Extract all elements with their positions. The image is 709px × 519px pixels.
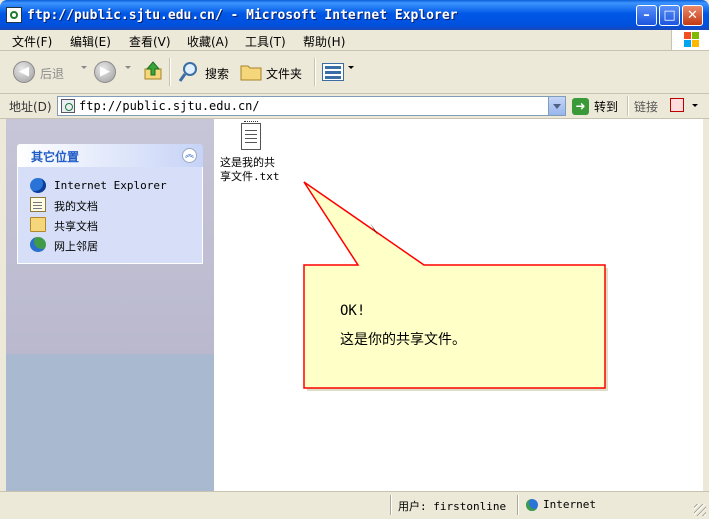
callout-line-2: 这是你的共享文件。 [340,332,466,348]
address-input[interactable]: ftp://public.sjtu.edu.cn/ [57,96,566,116]
go-arrow-icon[interactable]: ➜ [572,98,589,115]
other-places-header[interactable]: 其它位置 ︽ [17,144,203,167]
other-places-title: 其它位置 [31,150,80,164]
collapse-chevron-icon[interactable]: ︽ [182,148,197,163]
address-value[interactable]: ftp://public.sjtu.edu.cn/ [79,99,260,113]
search-button[interactable]: 搜索 [205,65,229,82]
toolbar-extension-icon[interactable] [670,98,684,112]
folders-icon[interactable] [240,62,262,81]
internet-zone-icon [526,499,538,511]
sidebar-item-label: 共享文档 [54,220,98,233]
menu-view[interactable]: 查看(V) [129,33,171,50]
callout-line-1: OK! [340,303,366,319]
menu-favorites[interactable]: 收藏(A) [187,33,229,50]
maximize-button[interactable]: □ [659,5,680,26]
toolbar: ◀ 后退 ▶ 搜索 文件夹 [0,51,709,94]
ie-icon [30,178,46,193]
minimize-button[interactable]: – [636,5,657,26]
sidebar-item-shared-documents[interactable]: 共享文档 [30,216,200,234]
forward-dropdown-icon[interactable] [125,66,131,69]
address-dropdown-icon[interactable] [548,97,565,115]
close-button[interactable]: ✕ [682,5,703,26]
status-bar: 用户: firstonline Internet [0,491,709,519]
text-file-icon[interactable] [241,121,261,150]
toolbar-separator [169,58,171,86]
sidebar-item-internet-explorer[interactable]: Internet Explorer [30,177,200,195]
search-icon[interactable] [177,60,201,84]
extension-dropdown-icon[interactable] [692,104,698,107]
callout-text: OK! 这是你的共享文件。 [340,297,466,355]
back-dropdown-icon[interactable] [81,66,87,69]
task-pane: 其它位置 ︽ Internet Explorer 我的文档 共享文档 网上邻居 [6,119,214,491]
links-button[interactable]: 链接 [634,98,658,115]
ie-window: ftp://public.sjtu.edu.cn/ - Microsoft In… [0,0,709,519]
sidebar-item-label: Internet Explorer [54,179,167,192]
sidebar-item-my-documents[interactable]: 我的文档 [30,196,200,214]
up-folder-icon[interactable] [143,61,163,81]
menu-help[interactable]: 帮助(H) [303,33,345,50]
sidebar-item-label: 我的文档 [54,200,98,213]
menu-bar: 文件(F) 编辑(E) 查看(V) 收藏(A) 工具(T) 帮助(H) [0,30,709,51]
menu-edit[interactable]: 编辑(E) [70,33,111,50]
toolbar-separator [314,58,316,86]
resize-grip[interactable] [694,504,706,516]
address-label: 地址(D) [9,100,52,114]
title-bar[interactable]: ftp://public.sjtu.edu.cn/ - Microsoft In… [0,0,709,30]
sidebar-item-label: 网上邻居 [54,240,98,253]
menu-file[interactable]: 文件(F) [12,33,52,50]
window-title: ftp://public.sjtu.edu.cn/ - Microsoft In… [27,8,458,23]
ftp-app-icon[interactable] [6,7,22,23]
other-places-panel: 其它位置 ︽ Internet Explorer 我的文档 共享文档 网上邻居 [17,144,203,264]
other-places-list: Internet Explorer 我的文档 共享文档 网上邻居 [17,167,203,264]
menu-tools[interactable]: 工具(T) [245,33,286,50]
address-bar: 地址(D) ftp://public.sjtu.edu.cn/ ➜ 转到 链接 [0,94,709,119]
documents-icon [30,197,46,212]
views-icon[interactable] [322,63,344,81]
status-user: 用户: firstonline [398,500,507,513]
windows-logo-icon [671,30,709,50]
status-zone: Internet [543,498,596,511]
folder-icon [30,217,46,232]
back-label[interactable]: 后退 [40,65,64,82]
ftp-page-icon [61,99,75,113]
back-button[interactable]: ◀ [13,61,35,83]
file-name-label[interactable]: 这是我的共 享文件.txt [220,156,290,184]
folders-button[interactable]: 文件夹 [266,65,302,82]
views-dropdown-icon[interactable] [348,66,354,69]
forward-button[interactable]: ▶ [94,61,116,83]
links-separator [627,96,629,116]
sidebar-item-network-places[interactable]: 网上邻居 [30,236,200,254]
network-icon [30,237,46,252]
go-button[interactable]: 转到 [594,98,618,115]
